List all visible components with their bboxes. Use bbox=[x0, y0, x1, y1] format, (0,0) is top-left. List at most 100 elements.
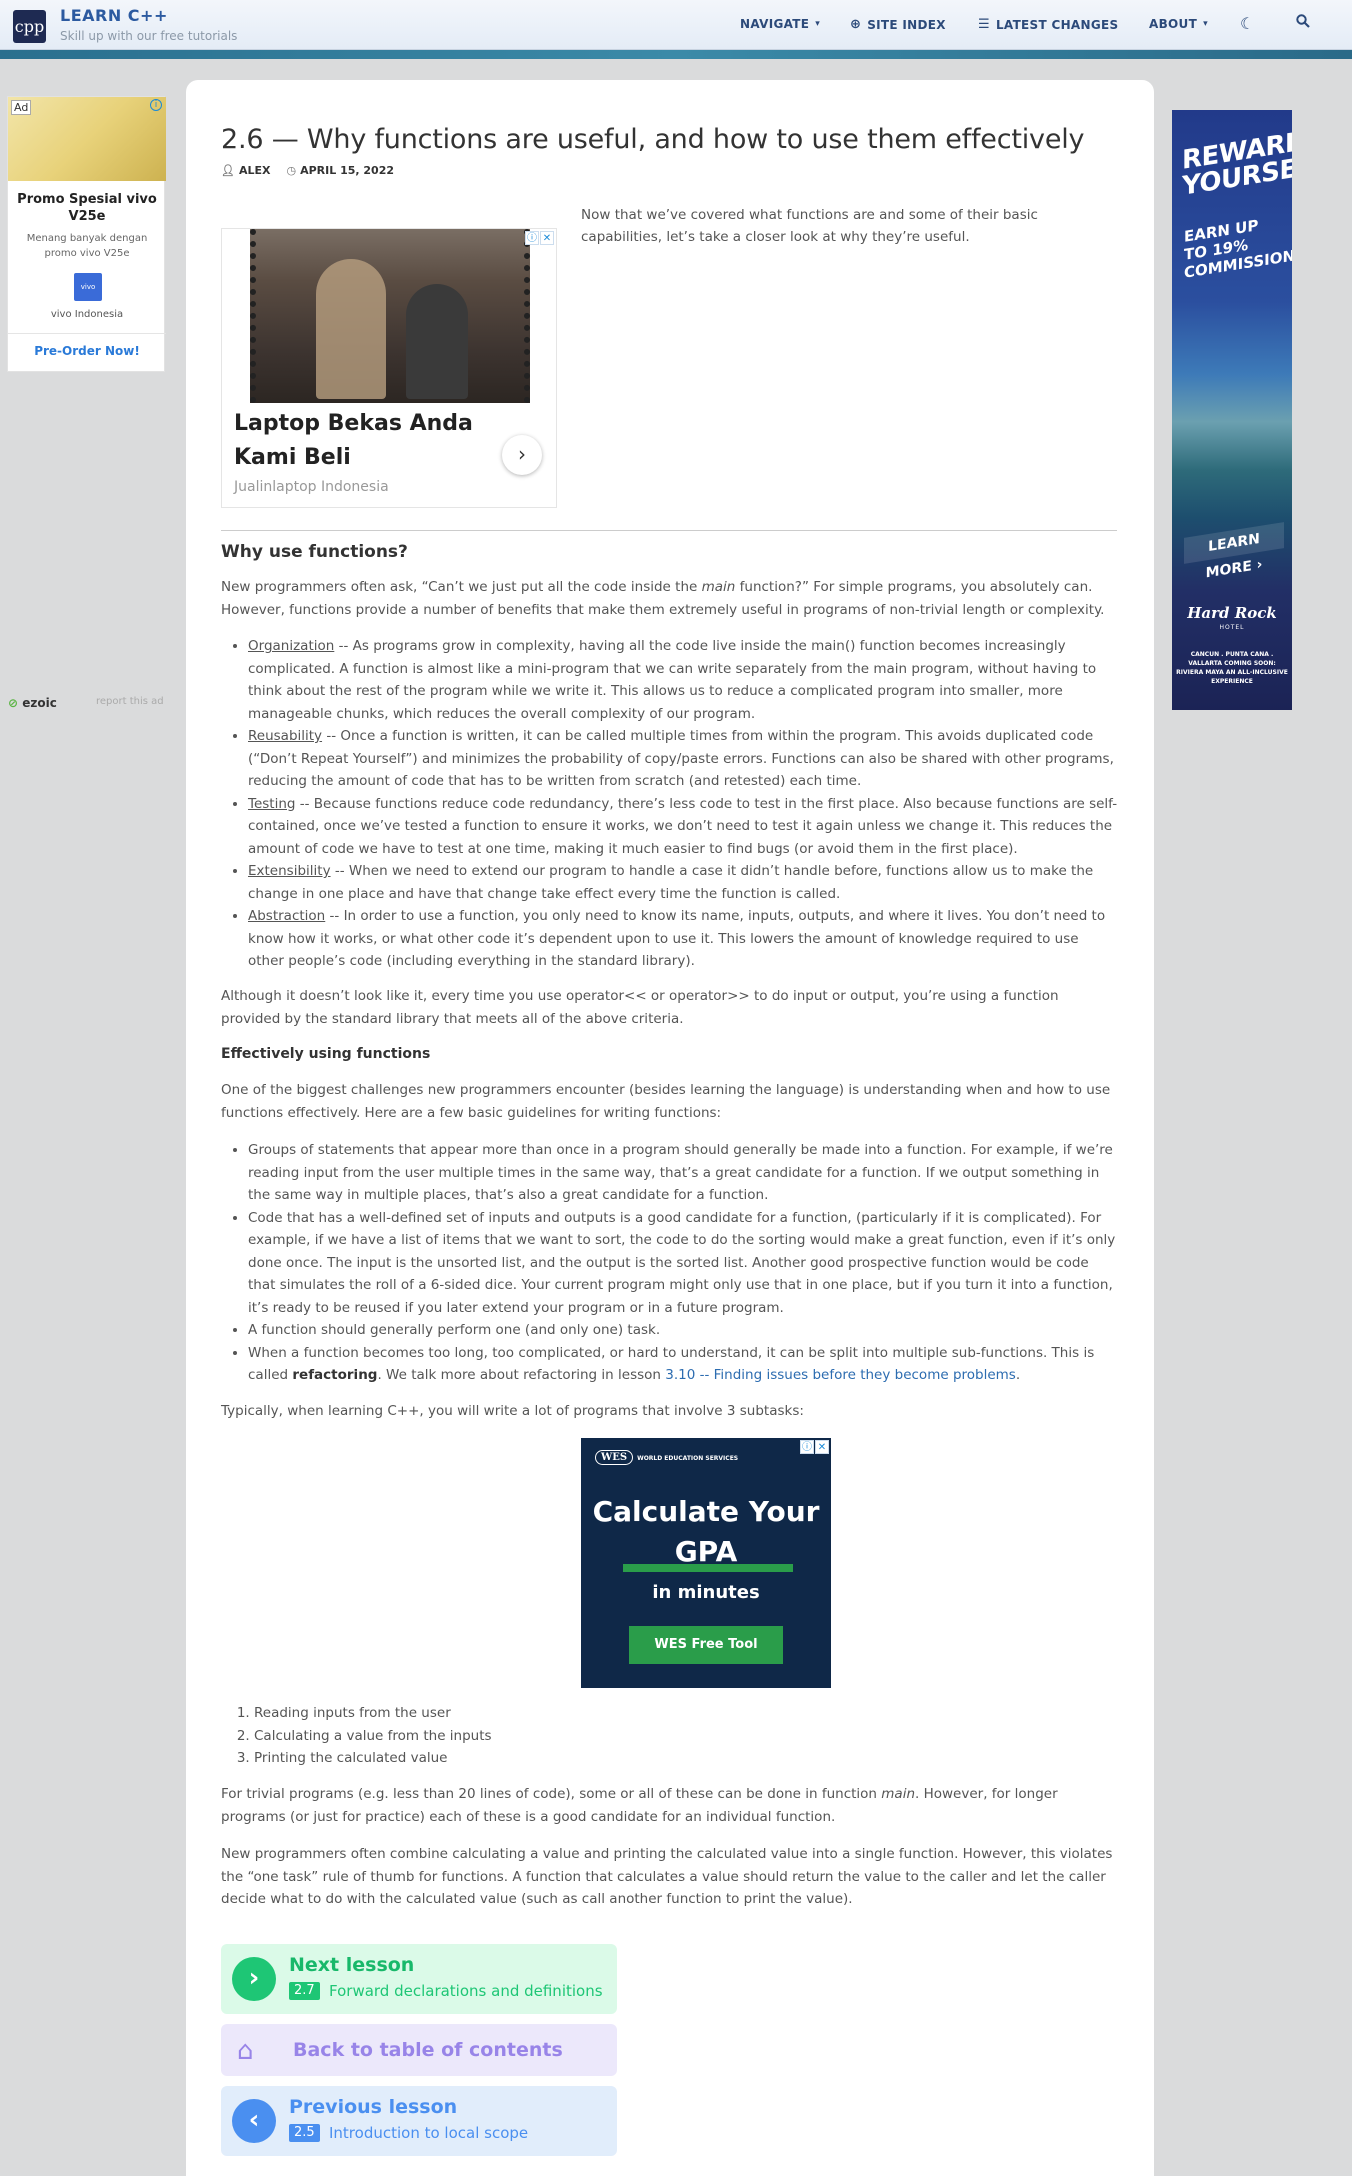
benefit-text: -- In order to use a function, you only … bbox=[248, 908, 1106, 969]
why-paragraph-2: Although it doesn’t look like it, every … bbox=[221, 988, 1059, 1027]
table-of-contents-button[interactable]: ⌂ Back to table of contents bbox=[221, 2024, 617, 2076]
guideline-item: A function should generally perform one … bbox=[248, 1319, 1118, 1342]
chevron-right-icon[interactable]: › bbox=[502, 435, 542, 475]
intro-paragraph: Now that we’ve covered what functions ar… bbox=[581, 207, 1038, 245]
author-name: ALEX bbox=[238, 164, 271, 177]
post-meta: 👤︎ ALEX ◷ APRIL 15, 2022 bbox=[221, 164, 394, 177]
inline-ad[interactable]: ⓘ ✕ Laptop Bekas Anda Kami Beli › Jualin… bbox=[221, 228, 557, 508]
ad-badge: Ad bbox=[11, 100, 32, 115]
ad-hotel-sub: HOTEL bbox=[1219, 624, 1245, 631]
site-logo[interactable]: cpp bbox=[13, 10, 46, 43]
ezoic-icon: ⊘ bbox=[8, 696, 23, 710]
ad-photo-person bbox=[406, 284, 468, 399]
ad-photo bbox=[250, 229, 530, 403]
home-icon: ⌂ bbox=[237, 2036, 254, 2066]
nav-latest-changes[interactable]: ☰ LATEST CHANGES bbox=[978, 17, 1118, 32]
section-heading-why: Why use functions? bbox=[221, 542, 408, 562]
benefit-term: Abstraction bbox=[248, 908, 326, 924]
benefit-text: -- When we need to extend our program to… bbox=[248, 863, 1094, 902]
nav-site-index[interactable]: ⊕ SITE INDEX bbox=[850, 17, 946, 32]
subtask-item: Printing the calculated value bbox=[254, 1747, 1124, 1770]
effective-paragraph-4: New programmers often combine calculatin… bbox=[221, 1846, 1113, 1907]
ad-headline: REWARD YOURSELF bbox=[1182, 126, 1292, 202]
nav-about[interactable]: ABOUT ▾ bbox=[1149, 17, 1208, 31]
next-lesson-button[interactable]: › Next lesson 2.7 Forward declarations a… bbox=[221, 1944, 617, 2014]
wes-subheadline: in minutes bbox=[652, 1582, 760, 1603]
dark-mode-toggle[interactable]: ☾ bbox=[1240, 14, 1255, 33]
close-icon[interactable]: ✕ bbox=[815, 1440, 829, 1454]
previous-lesson-number: 2.5 bbox=[289, 2124, 320, 2142]
lesson-link[interactable]: 3.10 -- Finding issues before they becom… bbox=[665, 1367, 1016, 1383]
wes-ad[interactable]: WES WORLD EDUCATION SERVICES ⓘ ✕ Calculat… bbox=[581, 1438, 831, 1688]
nav-navigate-label: NAVIGATE bbox=[740, 17, 810, 31]
wes-headline: Calculate Your GPA bbox=[592, 1495, 820, 1568]
left-sidebar-ad[interactable]: Ad i Promo Spesial vivo V25e Menang bany… bbox=[7, 96, 166, 372]
benefit-text: -- Because functions reduce code redunda… bbox=[248, 795, 1118, 857]
ad-info-icon[interactable]: ⓘ bbox=[525, 231, 539, 245]
chevron-left-icon: ‹ bbox=[232, 2099, 276, 2143]
nav-about-label: ABOUT bbox=[1149, 17, 1198, 31]
ad-phone-image bbox=[8, 97, 166, 181]
ad-divider bbox=[8, 333, 166, 334]
benefit-text: -- As programs grow in complexity, havin… bbox=[248, 638, 1097, 722]
ad-description: Menang banyak dengan promo vivo V25e bbox=[26, 233, 148, 259]
ad-brand-name: vivo Indonesia bbox=[50, 309, 124, 320]
next-lesson-number: 2.7 bbox=[289, 1982, 320, 2000]
ad-brand-logo: vivo bbox=[74, 273, 102, 301]
ad-info-icon[interactable]: i bbox=[150, 99, 162, 111]
effective-paragraph-2: Typically, when learning C++, you will w… bbox=[221, 1403, 804, 1419]
page-title: 2.6 — Why functions are useful, and how … bbox=[221, 124, 1085, 155]
chevron-down-icon: ▾ bbox=[1203, 19, 1208, 29]
benefit-text: -- Once a function is written, it can be… bbox=[248, 728, 1114, 789]
chevron-right-icon: › bbox=[232, 1957, 276, 2001]
benefits-list: Organization -- As programs grow in comp… bbox=[248, 635, 1118, 973]
date-text: APRIL 15, 2022 bbox=[300, 164, 395, 177]
guidelines-list: Groups of statements that appear more th… bbox=[248, 1139, 1118, 1387]
guideline-item: Code that has a well-defined set of inpu… bbox=[248, 1207, 1118, 1320]
clock-icon: ◷ bbox=[286, 164, 297, 177]
ad-info-icon[interactable]: ⓘ bbox=[800, 1440, 814, 1454]
ad-title[interactable]: Promo Spesial vivo V25e bbox=[16, 191, 158, 225]
wes-underline bbox=[623, 1564, 793, 1572]
report-ad-link[interactable]: report this ad bbox=[96, 696, 164, 707]
ad-learn-more-button[interactable]: LEARN MORE › bbox=[1184, 522, 1284, 582]
site-title[interactable]: LEARN C++ bbox=[60, 6, 168, 25]
previous-lesson-button[interactable]: ‹ Previous lesson 2.5 Introduction to lo… bbox=[221, 2086, 617, 2156]
search-icon bbox=[1296, 14, 1310, 28]
subtasks-list: Reading inputs from the userCalculating … bbox=[254, 1702, 1124, 1770]
list-icon: ☰ bbox=[978, 17, 990, 32]
ad-advertiser: Jualinlaptop Indonesia bbox=[234, 479, 389, 495]
ad-cta-button[interactable]: Pre-Order Now! bbox=[8, 344, 166, 358]
subtask-item: Reading inputs from the user bbox=[254, 1702, 1124, 1725]
nav-navigate[interactable]: NAVIGATE ▾ bbox=[740, 17, 820, 31]
close-icon[interactable]: ✕ bbox=[540, 231, 554, 245]
site-tagline: Skill up with our free tutorials bbox=[60, 29, 238, 43]
next-lesson-title: Next lesson bbox=[289, 1954, 415, 1976]
ezoic-label: ezoic bbox=[22, 696, 57, 710]
chevron-down-icon: ▾ bbox=[815, 19, 821, 29]
benefit-item: Abstraction -- In order to use a functio… bbox=[248, 905, 1118, 973]
term-refactoring: refactoring bbox=[292, 1367, 378, 1383]
ad-photo-person bbox=[316, 259, 386, 399]
benefit-term: Testing bbox=[248, 795, 296, 812]
ezoic-logo[interactable]: ⊘ ezoic bbox=[8, 696, 57, 710]
benefit-item: Testing -- Because functions reduce code… bbox=[248, 793, 1118, 861]
benefit-item: Organization -- As programs grow in comp… bbox=[248, 635, 1118, 725]
why-paragraph-1: New programmers often ask, “Can’t we jus… bbox=[221, 579, 1105, 618]
section-heading-effective: Effectively using functions bbox=[221, 1046, 431, 1062]
ad-controls: ⓘ ✕ bbox=[525, 231, 554, 245]
benefit-term: Organization bbox=[248, 638, 335, 654]
benefit-term: Extensibility bbox=[248, 863, 331, 879]
post-author[interactable]: 👤︎ ALEX bbox=[221, 164, 271, 177]
text-span: . bbox=[1015, 1367, 1021, 1383]
ad-controls: ⓘ ✕ bbox=[800, 1440, 829, 1454]
ad-title[interactable]: Laptop Bekas Anda Kami Beli bbox=[234, 407, 474, 475]
crosshair-icon: ⊕ bbox=[850, 17, 862, 32]
search-button[interactable] bbox=[1296, 14, 1310, 28]
right-sidebar-ad[interactable]: REWARD YOURSELF EARN UP TO 19% COMMISSIO… bbox=[1172, 110, 1292, 710]
nav-latest-changes-label: LATEST CHANGES bbox=[995, 17, 1119, 32]
post-date: ◷ APRIL 15, 2022 bbox=[287, 164, 395, 177]
wes-free-tool-button[interactable]: WES Free Tool bbox=[629, 1626, 783, 1664]
divider bbox=[221, 530, 1117, 531]
nav-site-index-label: SITE INDEX bbox=[867, 17, 946, 32]
